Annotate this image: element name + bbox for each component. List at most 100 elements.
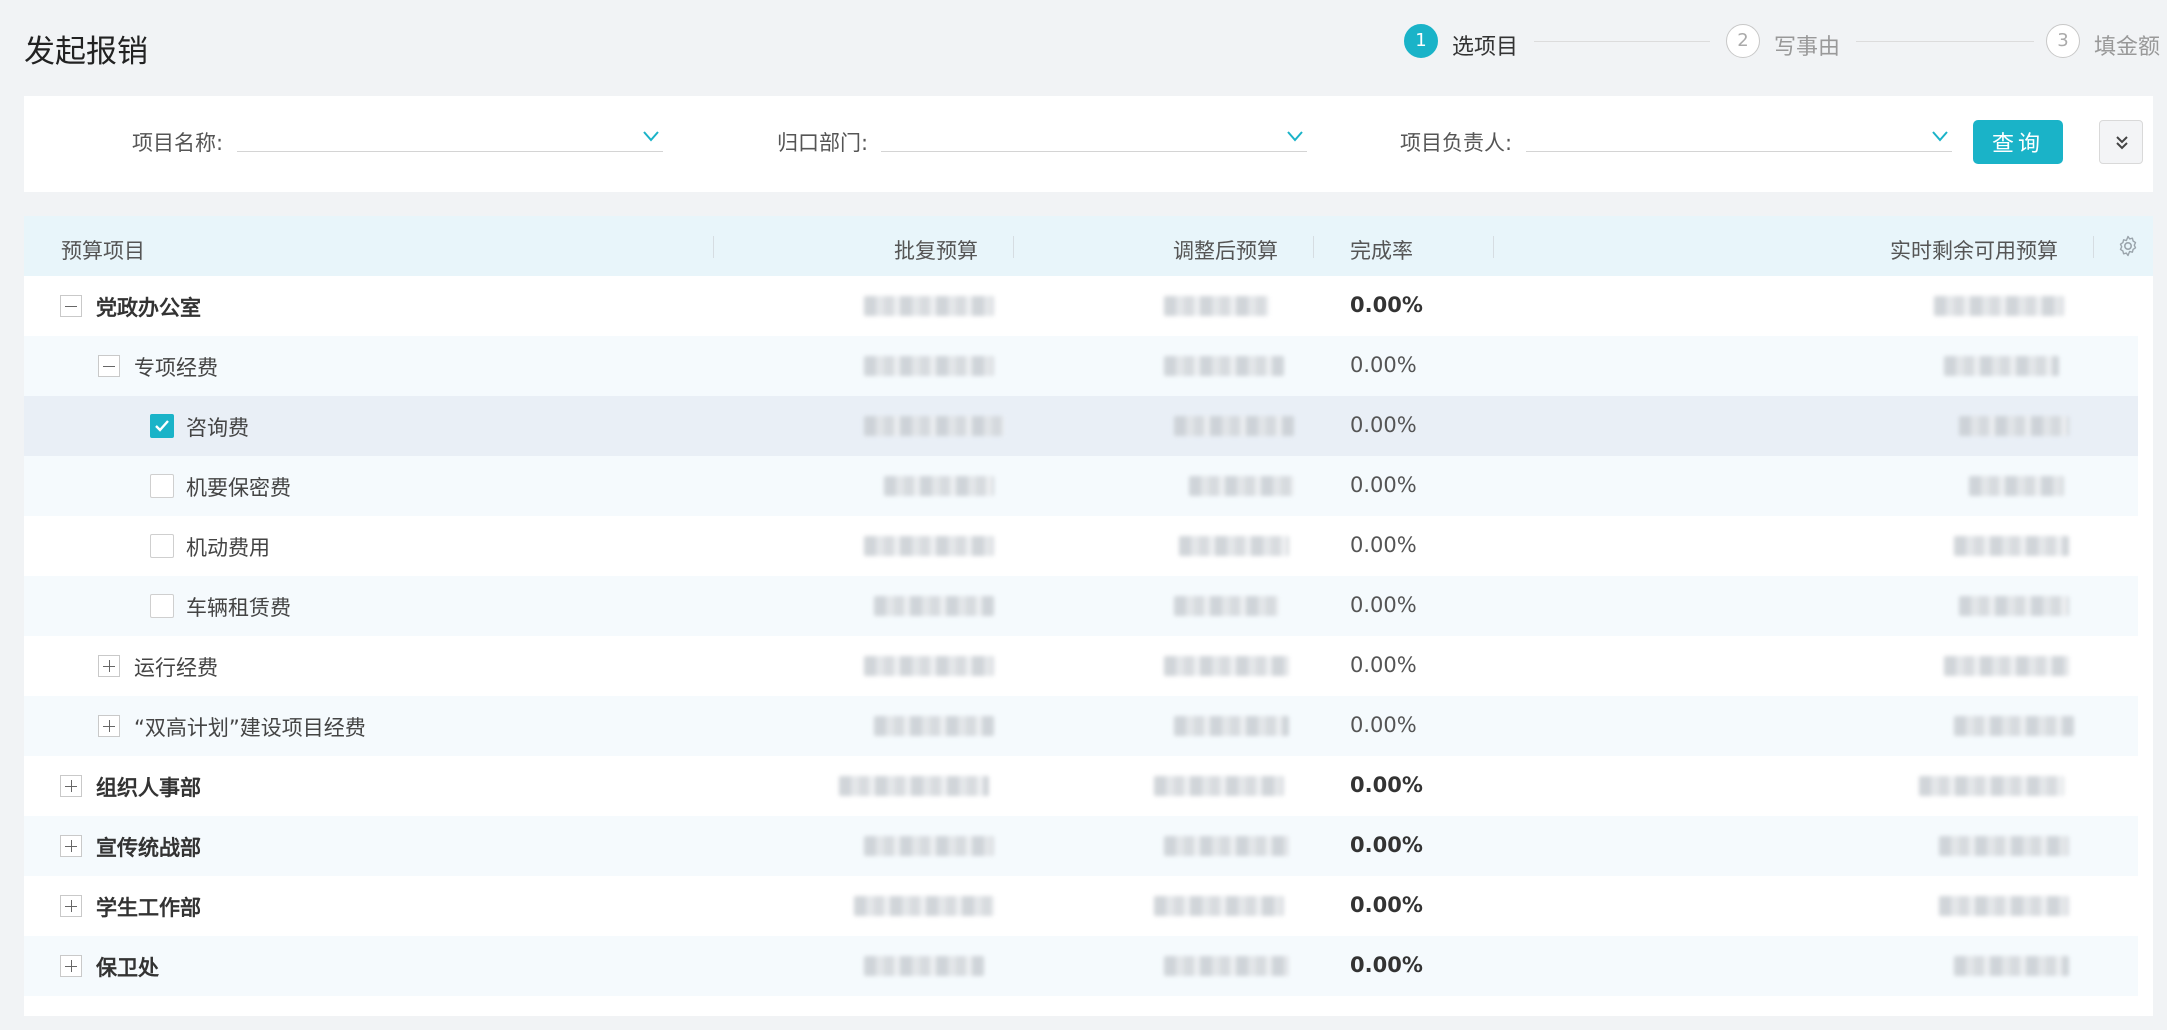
header-approved-budget: 批复预算 (894, 239, 978, 263)
budget-table: 预算项目 批复预算 调整后预算 完成率 实时剩余可用预算 党政办公室 0.00% 专… (24, 216, 2153, 1016)
remaining-budget-redacted (1944, 356, 2059, 376)
table-row[interactable]: 党政办公室 0.00% (24, 276, 2138, 336)
row-checkbox[interactable] (150, 594, 174, 618)
remaining-budget-redacted (1954, 716, 2074, 736)
column-divider (2093, 236, 2094, 258)
collapse-toggle[interactable] (60, 295, 82, 317)
table-row[interactable]: “双高计划”建设项目经费 0.00% (24, 696, 2138, 756)
adjusted-budget-redacted (1164, 956, 1289, 976)
completion-rate: 0.00% (1350, 533, 1417, 557)
row-name: “双高计划”建设项目经费 (134, 716, 366, 740)
approved-budget-redacted (864, 356, 994, 376)
remaining-budget-redacted (1954, 956, 2069, 976)
remaining-budget-redacted (1969, 476, 2064, 496)
project-name-select[interactable] (237, 122, 663, 152)
row-name: 学生工作部 (96, 896, 201, 920)
expand-toggle[interactable] (60, 835, 82, 857)
header-budget-item: 预算项目 (61, 239, 145, 263)
table-row[interactable]: 学生工作部 0.00% (24, 876, 2138, 936)
step-3-circle: 3 (2046, 24, 2080, 58)
table-header: 预算项目 批复预算 调整后预算 完成率 实时剩余可用预算 (24, 216, 2153, 276)
table-row[interactable]: 咨询费 0.00% (24, 396, 2138, 456)
table-body: 党政办公室 0.00% 专项经费 0.00% 咨询费 0.00% 机要保密费 0.00% 机动费… (24, 276, 2138, 996)
step-1-circle: 1 (1404, 24, 1438, 58)
adjusted-budget-redacted (1154, 896, 1284, 916)
step-1-label: 选项目 (1452, 35, 1519, 60)
column-divider (1313, 236, 1314, 258)
completion-rate: 0.00% (1350, 833, 1423, 857)
table-row[interactable]: 车辆租赁费 0.00% (24, 576, 2138, 636)
table-row[interactable]: 宣传统战部 0.00% (24, 816, 2138, 876)
table-row[interactable]: 运行经费 0.00% (24, 636, 2138, 696)
row-name: 运行经费 (134, 656, 218, 680)
settings-gear-icon[interactable] (2116, 234, 2140, 258)
remaining-budget-redacted (1944, 656, 2069, 676)
expand-filters-button[interactable] (2099, 120, 2143, 164)
row-checkbox[interactable] (150, 414, 174, 438)
adjusted-budget-redacted (1164, 656, 1289, 676)
remaining-budget-redacted (1939, 836, 2069, 856)
owner-select[interactable] (1526, 122, 1952, 152)
adjusted-budget-redacted (1174, 716, 1289, 736)
remaining-budget-redacted (1939, 896, 2069, 916)
department-select[interactable] (881, 122, 1307, 152)
step-2-label: 写事由 (1774, 35, 1841, 60)
row-name: 宣传统战部 (96, 836, 201, 860)
adjusted-budget-redacted (1174, 596, 1279, 616)
header-remaining-budget: 实时剩余可用预算 (1890, 239, 2058, 263)
chevron-down-icon (643, 131, 659, 142)
approved-budget-redacted (864, 836, 994, 856)
double-chevron-down-icon (2116, 136, 2128, 150)
row-name: 党政办公室 (96, 296, 201, 320)
row-name: 咨询费 (186, 416, 249, 440)
expand-toggle[interactable] (98, 715, 120, 737)
step-connector (1534, 41, 1710, 42)
table-row[interactable]: 专项经费 0.00% (24, 336, 2138, 396)
progress-steps: 1 选项目 2 写事由 3 填金额 (1404, 22, 2164, 62)
approved-budget-redacted (864, 416, 1004, 436)
row-name: 机动费用 (186, 536, 270, 560)
query-button[interactable]: 查询 (1973, 120, 2063, 164)
approved-budget-redacted (864, 296, 994, 316)
step-2-circle: 2 (1726, 24, 1760, 58)
approved-budget-redacted (864, 536, 994, 556)
remaining-budget-redacted (1919, 776, 2064, 796)
adjusted-budget-redacted (1179, 536, 1289, 556)
expand-toggle[interactable] (98, 655, 120, 677)
owner-label: 项目负责人: (1400, 131, 1513, 155)
approved-budget-redacted (864, 956, 984, 976)
completion-rate: 0.00% (1350, 953, 1423, 977)
remaining-budget-redacted (1934, 296, 2064, 316)
column-divider (1013, 236, 1014, 258)
header-adjusted-budget: 调整后预算 (1173, 239, 1278, 263)
completion-rate: 0.00% (1350, 713, 1417, 737)
checkmark-icon (155, 420, 169, 432)
row-checkbox[interactable] (150, 534, 174, 558)
filter-panel: 项目名称: 归口部门: 项目负责人: 查询 (24, 96, 2153, 192)
adjusted-budget-redacted (1164, 296, 1269, 316)
completion-rate: 0.00% (1350, 593, 1417, 617)
row-name: 机要保密费 (186, 476, 291, 500)
table-row[interactable]: 组织人事部 0.00% (24, 756, 2138, 816)
table-row[interactable]: 机动费用 0.00% (24, 516, 2138, 576)
adjusted-budget-redacted (1154, 776, 1284, 796)
chevron-down-icon (1932, 131, 1948, 142)
expand-toggle[interactable] (60, 775, 82, 797)
remaining-budget-redacted (1959, 596, 2069, 616)
completion-rate: 0.00% (1350, 653, 1417, 677)
collapse-toggle[interactable] (98, 355, 120, 377)
row-name: 专项经费 (134, 356, 218, 380)
step-connector (1856, 41, 2034, 42)
adjusted-budget-redacted (1174, 416, 1294, 436)
expand-toggle[interactable] (60, 895, 82, 917)
row-checkbox[interactable] (150, 474, 174, 498)
row-name: 组织人事部 (96, 776, 201, 800)
completion-rate: 0.00% (1350, 473, 1417, 497)
completion-rate: 0.00% (1350, 413, 1417, 437)
adjusted-budget-redacted (1164, 356, 1284, 376)
expand-toggle[interactable] (60, 955, 82, 977)
completion-rate: 0.00% (1350, 773, 1423, 797)
approved-budget-redacted (874, 716, 994, 736)
table-row[interactable]: 机要保密费 0.00% (24, 456, 2138, 516)
table-row[interactable]: 保卫处 0.00% (24, 936, 2138, 996)
